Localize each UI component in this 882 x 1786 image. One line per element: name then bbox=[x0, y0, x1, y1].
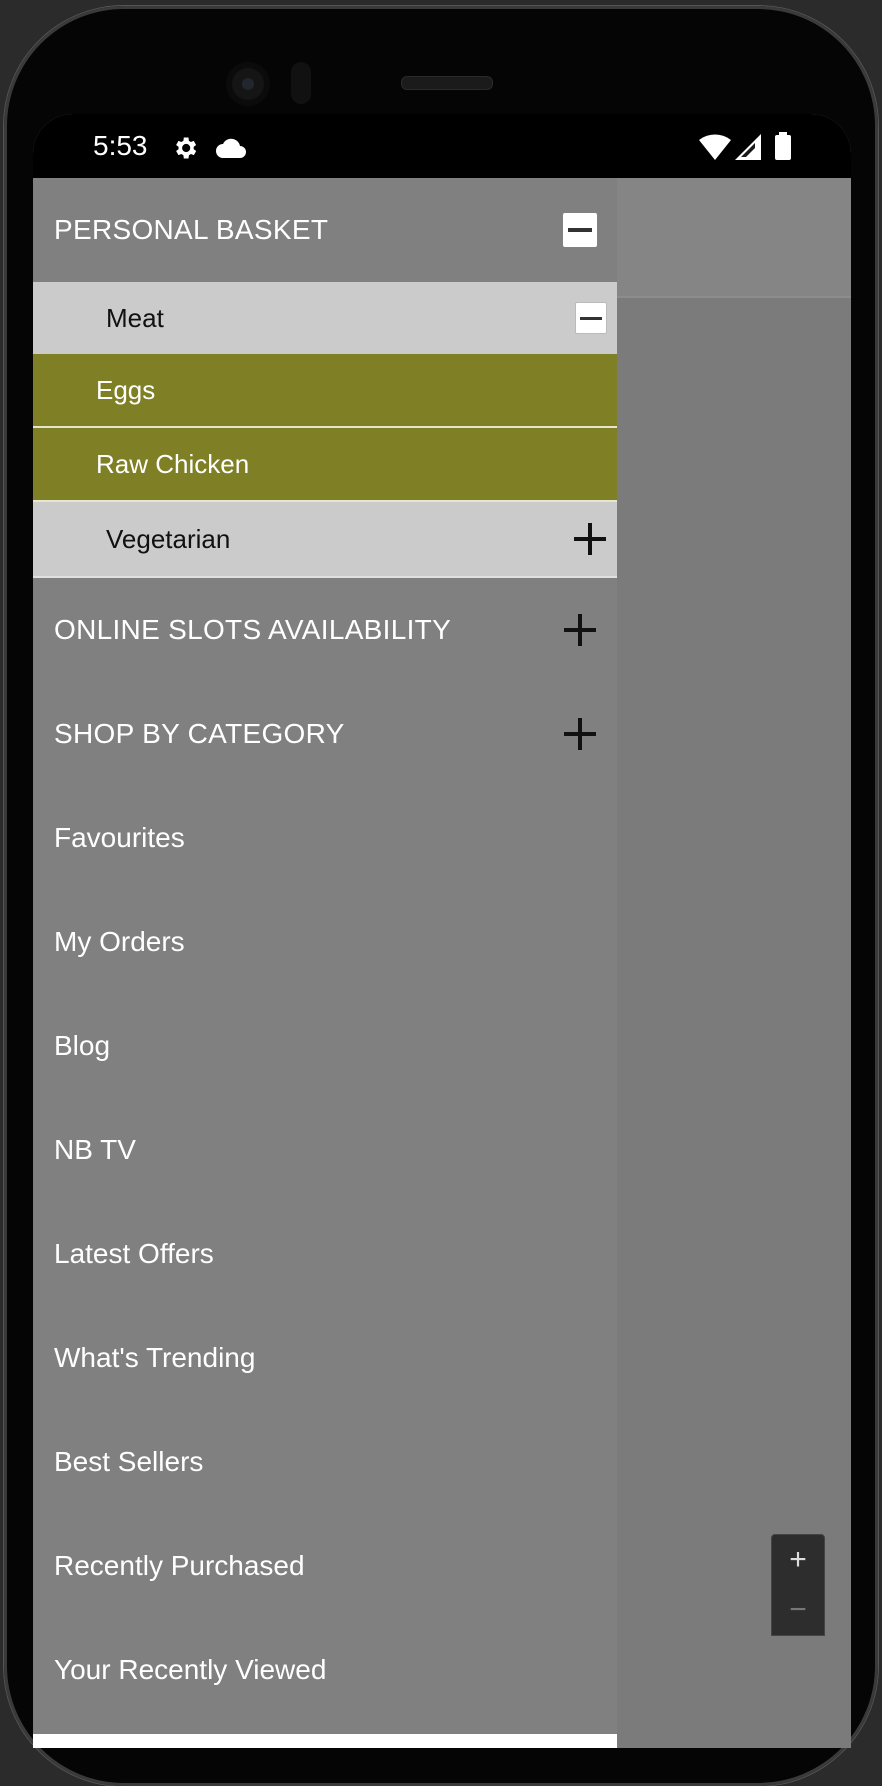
drawer-link-recently-viewed[interactable]: Your Recently Viewed bbox=[33, 1618, 617, 1722]
drawer-link-recently-purchased[interactable]: Recently Purchased bbox=[33, 1514, 617, 1618]
drawer-link-my-orders[interactable]: My Orders bbox=[33, 890, 617, 994]
device-screen: 5:53 PERSONAL BASKET Meat Eggs Raw Chick… bbox=[33, 114, 851, 1748]
expand-icon[interactable] bbox=[573, 522, 607, 556]
collapse-icon[interactable] bbox=[563, 213, 597, 247]
section-personal-basket-label: PERSONAL BASKET bbox=[54, 214, 329, 245]
signal-icon bbox=[735, 134, 761, 165]
front-camera bbox=[226, 62, 270, 106]
expand-icon[interactable] bbox=[563, 717, 597, 751]
drawer-link-favourites[interactable]: Favourites bbox=[33, 786, 617, 890]
status-time: 5:53 bbox=[93, 130, 148, 161]
battery-icon bbox=[775, 132, 791, 165]
wifi-icon bbox=[699, 134, 731, 165]
subgroup-vegetarian[interactable]: Vegetarian bbox=[33, 502, 617, 578]
basket-item-label: Eggs bbox=[96, 374, 156, 405]
basket-item-eggs[interactable]: Eggs bbox=[33, 354, 617, 428]
drawer-bottom-edge bbox=[33, 1734, 617, 1748]
drawer-link-best-sellers[interactable]: Best Sellers bbox=[33, 1410, 617, 1514]
basket-item-raw-chicken[interactable]: Raw Chicken bbox=[33, 428, 617, 502]
section-online-slots[interactable]: ONLINE SLOTS AVAILABILITY bbox=[33, 578, 617, 682]
zoom-out-button[interactable]: − bbox=[772, 1585, 824, 1635]
drawer-link-latest-offers[interactable]: Latest Offers bbox=[33, 1202, 617, 1306]
cloud-icon bbox=[215, 136, 247, 165]
basket-item-label: Raw Chicken bbox=[96, 448, 250, 479]
status-bar: 5:53 bbox=[33, 114, 851, 178]
drawer-link-nb-tv[interactable]: NB TV bbox=[33, 1098, 617, 1202]
zoom-control: + − bbox=[771, 1534, 825, 1636]
drawer-link-whats-trending[interactable]: What's Trending bbox=[33, 1306, 617, 1410]
earpiece-speaker bbox=[401, 76, 493, 90]
subgroup-meat[interactable]: Meat bbox=[33, 282, 617, 354]
section-shop-by-category[interactable]: SHOP BY CATEGORY bbox=[33, 682, 617, 786]
proximity-sensor bbox=[291, 62, 311, 104]
section-online-slots-label: ONLINE SLOTS AVAILABILITY bbox=[54, 614, 452, 645]
section-personal-basket[interactable]: PERSONAL BASKET bbox=[33, 178, 617, 282]
navigation-drawer: PERSONAL BASKET Meat Eggs Raw Chicken Ve… bbox=[33, 178, 617, 1748]
zoom-in-button[interactable]: + bbox=[772, 1535, 824, 1585]
app-background: PERSONAL BASKET Meat Eggs Raw Chicken Ve… bbox=[33, 178, 851, 1748]
expand-icon[interactable] bbox=[563, 613, 597, 647]
settings-icon bbox=[171, 134, 199, 167]
subgroup-meat-label: Meat bbox=[106, 302, 164, 333]
collapse-icon[interactable] bbox=[575, 302, 607, 334]
drawer-link-blog[interactable]: Blog bbox=[33, 994, 617, 1098]
subgroup-vegetarian-label: Vegetarian bbox=[106, 523, 231, 554]
section-shop-by-category-label: SHOP BY CATEGORY bbox=[54, 718, 345, 749]
